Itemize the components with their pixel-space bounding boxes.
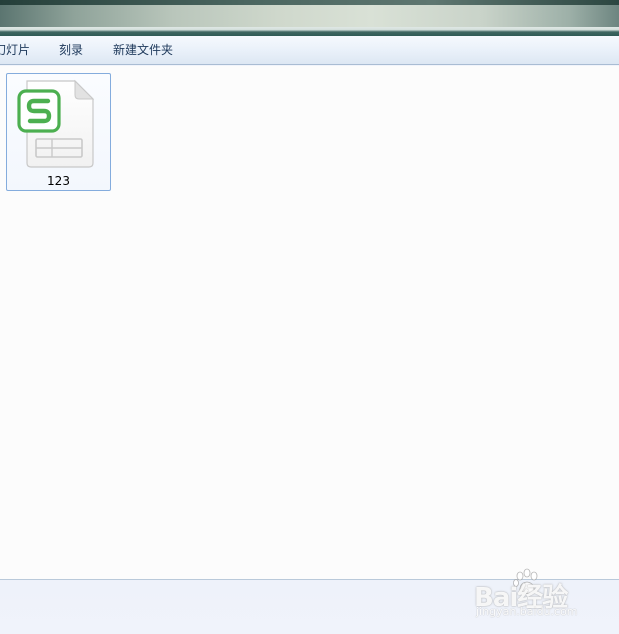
file-list-pane[interactable]: 123 (0, 66, 619, 580)
command-bar: 幻灯片 刻录 新建文件夹 (0, 36, 619, 65)
new-folder-button[interactable]: 新建文件夹 (113, 42, 173, 58)
window-title-bar[interactable] (0, 0, 619, 36)
file-item[interactable]: 123 (6, 73, 111, 191)
burn-button[interactable]: 刻录 (59, 42, 83, 58)
slideshow-button[interactable]: 幻灯片 (0, 42, 30, 58)
file-name-label: 123 (47, 174, 70, 188)
explorer-window: 幻灯片 刻录 新建文件夹 123 Bai经验 jingyan.baidu.com (0, 0, 619, 634)
details-pane (0, 580, 619, 634)
wps-spreadsheet-icon (17, 79, 95, 168)
